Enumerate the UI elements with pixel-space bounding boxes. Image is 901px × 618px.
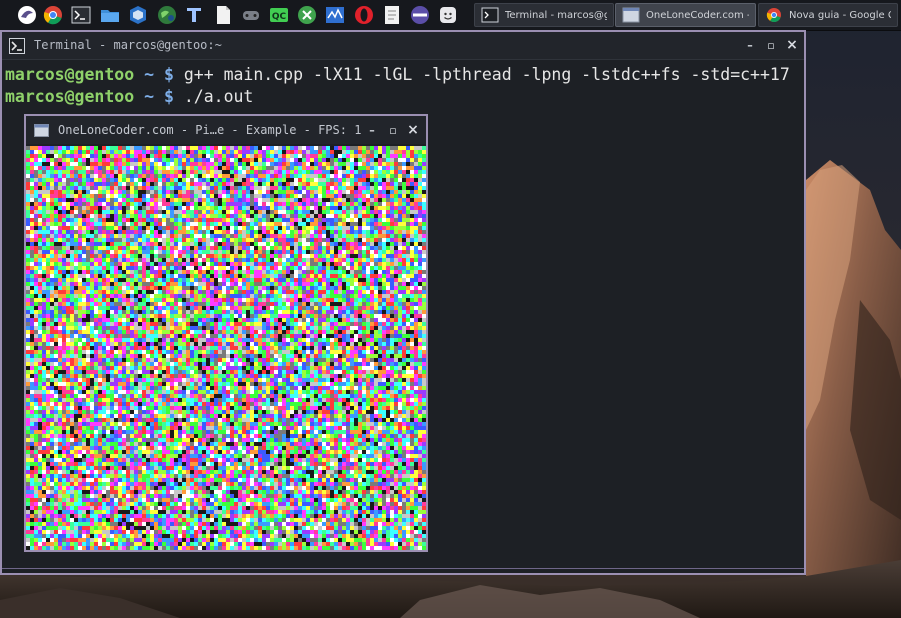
game-controller-icon[interactable] [240, 4, 262, 26]
media-player-icon[interactable] [409, 4, 431, 26]
terminal-icon [9, 38, 25, 54]
linux-menu-icon[interactable] [16, 4, 38, 26]
pge-window[interactable]: OneLoneCoder.com - Pi…e - Example - FPS:… [24, 114, 428, 552]
maximize-button[interactable]: ▫ [386, 124, 400, 138]
terminal-launcher-icon[interactable] [70, 4, 92, 26]
virtualbox-icon[interactable] [127, 4, 149, 26]
document-icon[interactable] [212, 4, 234, 26]
taskbar-button-label: OneLoneCoder.com - ... [646, 9, 749, 21]
xmpp-client-icon[interactable] [296, 4, 318, 26]
taskbar-button[interactable]: Terminal - marcos@g... [474, 3, 614, 27]
notes-icon[interactable] [381, 4, 403, 26]
pge-window-title: OneLoneCoder.com - Pi…e - Example - FPS:… [58, 123, 362, 137]
prompt-path: ~ [144, 87, 155, 106]
opera-icon[interactable] [353, 4, 375, 26]
random-pixel-canvas[interactable] [26, 146, 426, 550]
qt-creator-icon[interactable]: QC [268, 4, 290, 26]
terminal-icon [481, 7, 499, 23]
system-monitor-icon[interactable] [324, 4, 346, 26]
svg-text:QC: QC [272, 12, 287, 22]
chrome-icon [766, 8, 781, 23]
maximize-button[interactable]: ▫ [764, 39, 778, 53]
window-icon [622, 7, 640, 23]
prompt-symbol: $ [163, 65, 174, 84]
prompt-path: ~ [144, 65, 155, 84]
terminal-window-title: Terminal - marcos@gentoo:~ [34, 38, 222, 52]
messenger-icon[interactable] [437, 4, 459, 26]
prompt-user: marcos@gentoo [5, 87, 135, 106]
close-button[interactable]: × [406, 123, 420, 137]
file-manager-icon[interactable] [99, 4, 121, 26]
globe-app-icon[interactable] [156, 4, 178, 26]
text-editor-icon[interactable] [183, 4, 205, 26]
taskbar: QC Terminal - marcos@g... OneLoneCoder.co… [0, 0, 901, 31]
prompt-symbol: $ [163, 87, 174, 106]
terminal-line-1: marcos@gentoo ~ $ g++ main.cpp -lX11 -lG… [5, 65, 790, 84]
minimize-button[interactable]: – [743, 39, 757, 53]
terminal-scrollbar[interactable] [2, 568, 804, 573]
terminal-titlebar[interactable]: Terminal - marcos@gentoo:~ – ▫ × [2, 32, 804, 60]
taskbar-button-label: Terminal - marcos@g... [505, 9, 607, 21]
taskbar-button[interactable]: Nova guia - Google C... [758, 3, 898, 27]
close-button[interactable]: × [785, 38, 799, 52]
command-text: g++ main.cpp -lX11 -lGL -lpthread -lpng … [183, 65, 790, 84]
minimize-button[interactable]: – [365, 124, 379, 138]
taskbar-button[interactable]: OneLoneCoder.com - ... [615, 3, 756, 27]
window-icon [34, 124, 49, 137]
chrome-icon[interactable] [42, 4, 64, 26]
prompt-user: marcos@gentoo [5, 65, 135, 84]
command-text: ./a.out [183, 87, 254, 106]
taskbar-button-label: Nova guia - Google C... [789, 9, 891, 21]
pge-titlebar[interactable]: OneLoneCoder.com - Pi…e - Example - FPS:… [26, 116, 426, 144]
terminal-line-2: marcos@gentoo ~ $ ./a.out [5, 87, 253, 106]
